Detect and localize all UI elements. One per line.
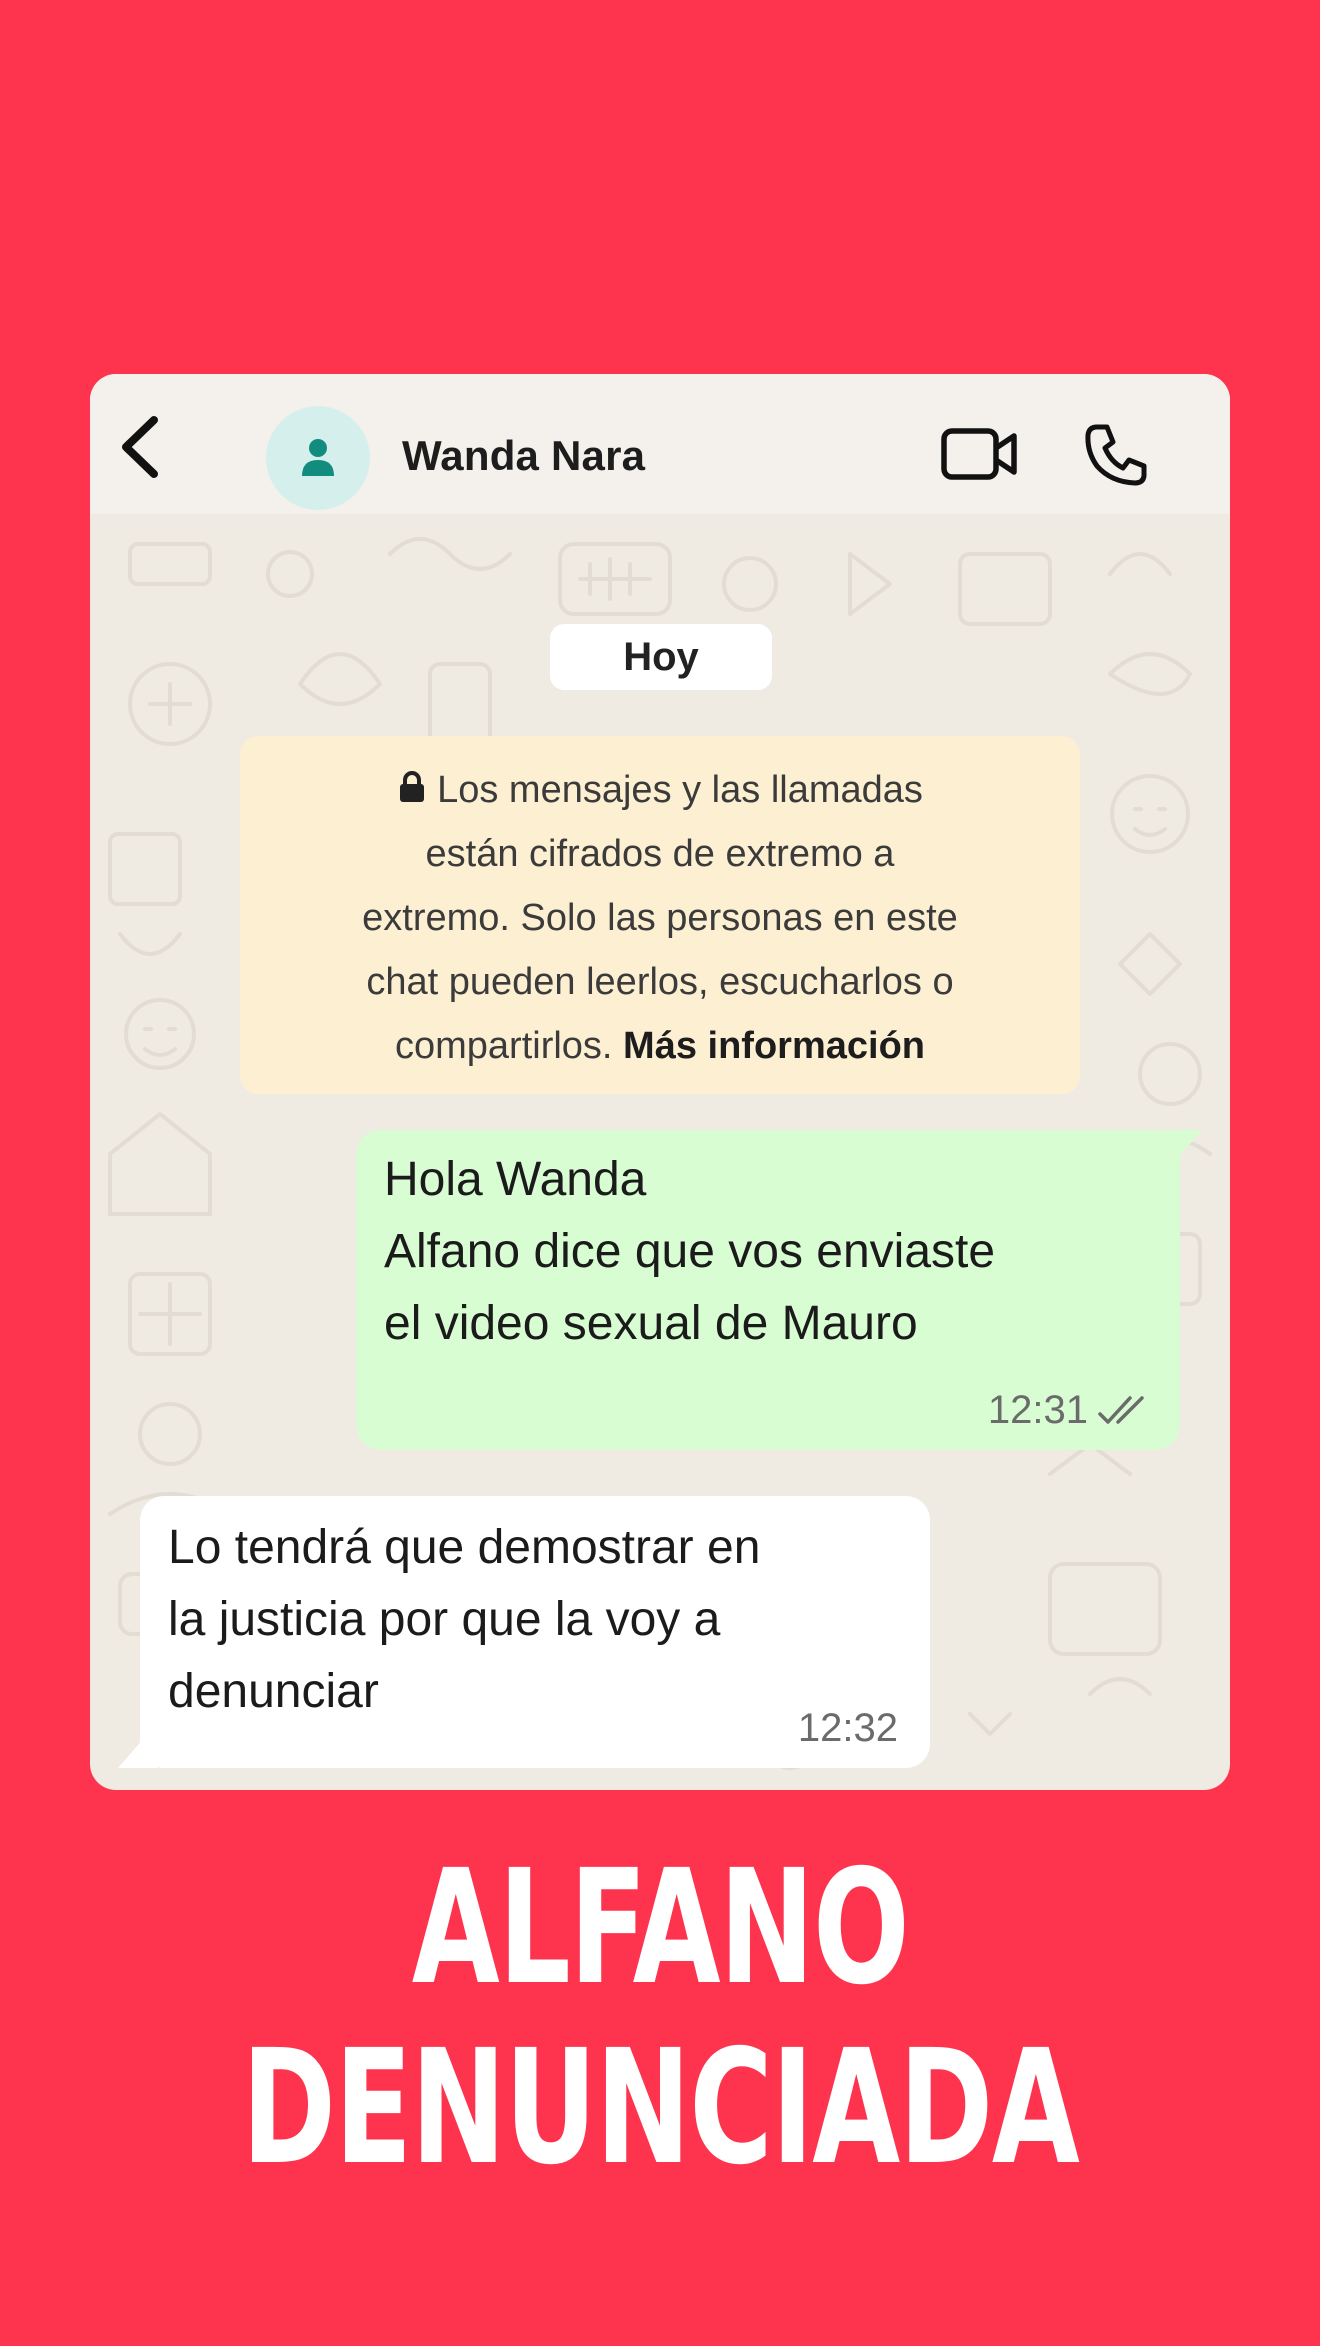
- message-time: 12:32: [797, 1706, 898, 1750]
- date-divider: Hoy: [550, 624, 772, 690]
- video-call-button[interactable]: [940, 426, 1020, 482]
- message-text: denunciar: [168, 1665, 379, 1718]
- notice-line: compartirlos.: [394, 1025, 613, 1067]
- message-text: Hola Wanda: [384, 1153, 647, 1206]
- contact-name[interactable]: Wanda Nara: [402, 432, 645, 480]
- back-button[interactable]: [112, 412, 172, 482]
- message-text: el video sexual de Mauro: [384, 1297, 918, 1350]
- notice-line: Los mensajes y las llamadas: [437, 769, 923, 811]
- headline: ALFANO DENUNCIADA: [241, 1836, 1080, 2200]
- more-info-link[interactable]: Más información: [623, 1025, 925, 1067]
- person-icon: [302, 439, 334, 476]
- chat-header: Wanda Nara: [90, 374, 1230, 514]
- notice-line: extremo. Solo las personas en este: [362, 897, 958, 939]
- outgoing-message[interactable]: Hola Wanda Alfano dice que vos enviaste …: [356, 1130, 1202, 1450]
- bubble-tail: [118, 1738, 158, 1768]
- message-time: 12:31: [987, 1388, 1088, 1432]
- message-text: Lo tendrá que demostrar en: [168, 1521, 761, 1574]
- bubble-tail: [1162, 1130, 1202, 1160]
- phone-icon: [1085, 424, 1147, 486]
- encryption-notice[interactable]: Los mensajes y las llamadas están cifrad…: [240, 736, 1080, 1094]
- video-camera-icon: [941, 428, 1017, 480]
- lock-icon: [400, 771, 425, 802]
- chat-window: Wanda Nara Hoy Los mensajes y las llamad…: [90, 374, 1230, 1790]
- avatar[interactable]: [266, 406, 370, 510]
- message-text: la justicia por que la voy a: [168, 1593, 721, 1646]
- voice-call-button[interactable]: [1083, 422, 1149, 488]
- chevron-left-icon: [122, 416, 158, 478]
- incoming-message[interactable]: Lo tendrá que demostrar en la justicia p…: [118, 1496, 930, 1768]
- message-text: Alfano dice que vos enviaste: [384, 1225, 996, 1278]
- notice-line: están cifrados de extremo a: [425, 833, 895, 875]
- notice-line: chat pueden leerlos, escucharlos o: [366, 961, 954, 1003]
- double-check-icon: [1098, 1396, 1144, 1424]
